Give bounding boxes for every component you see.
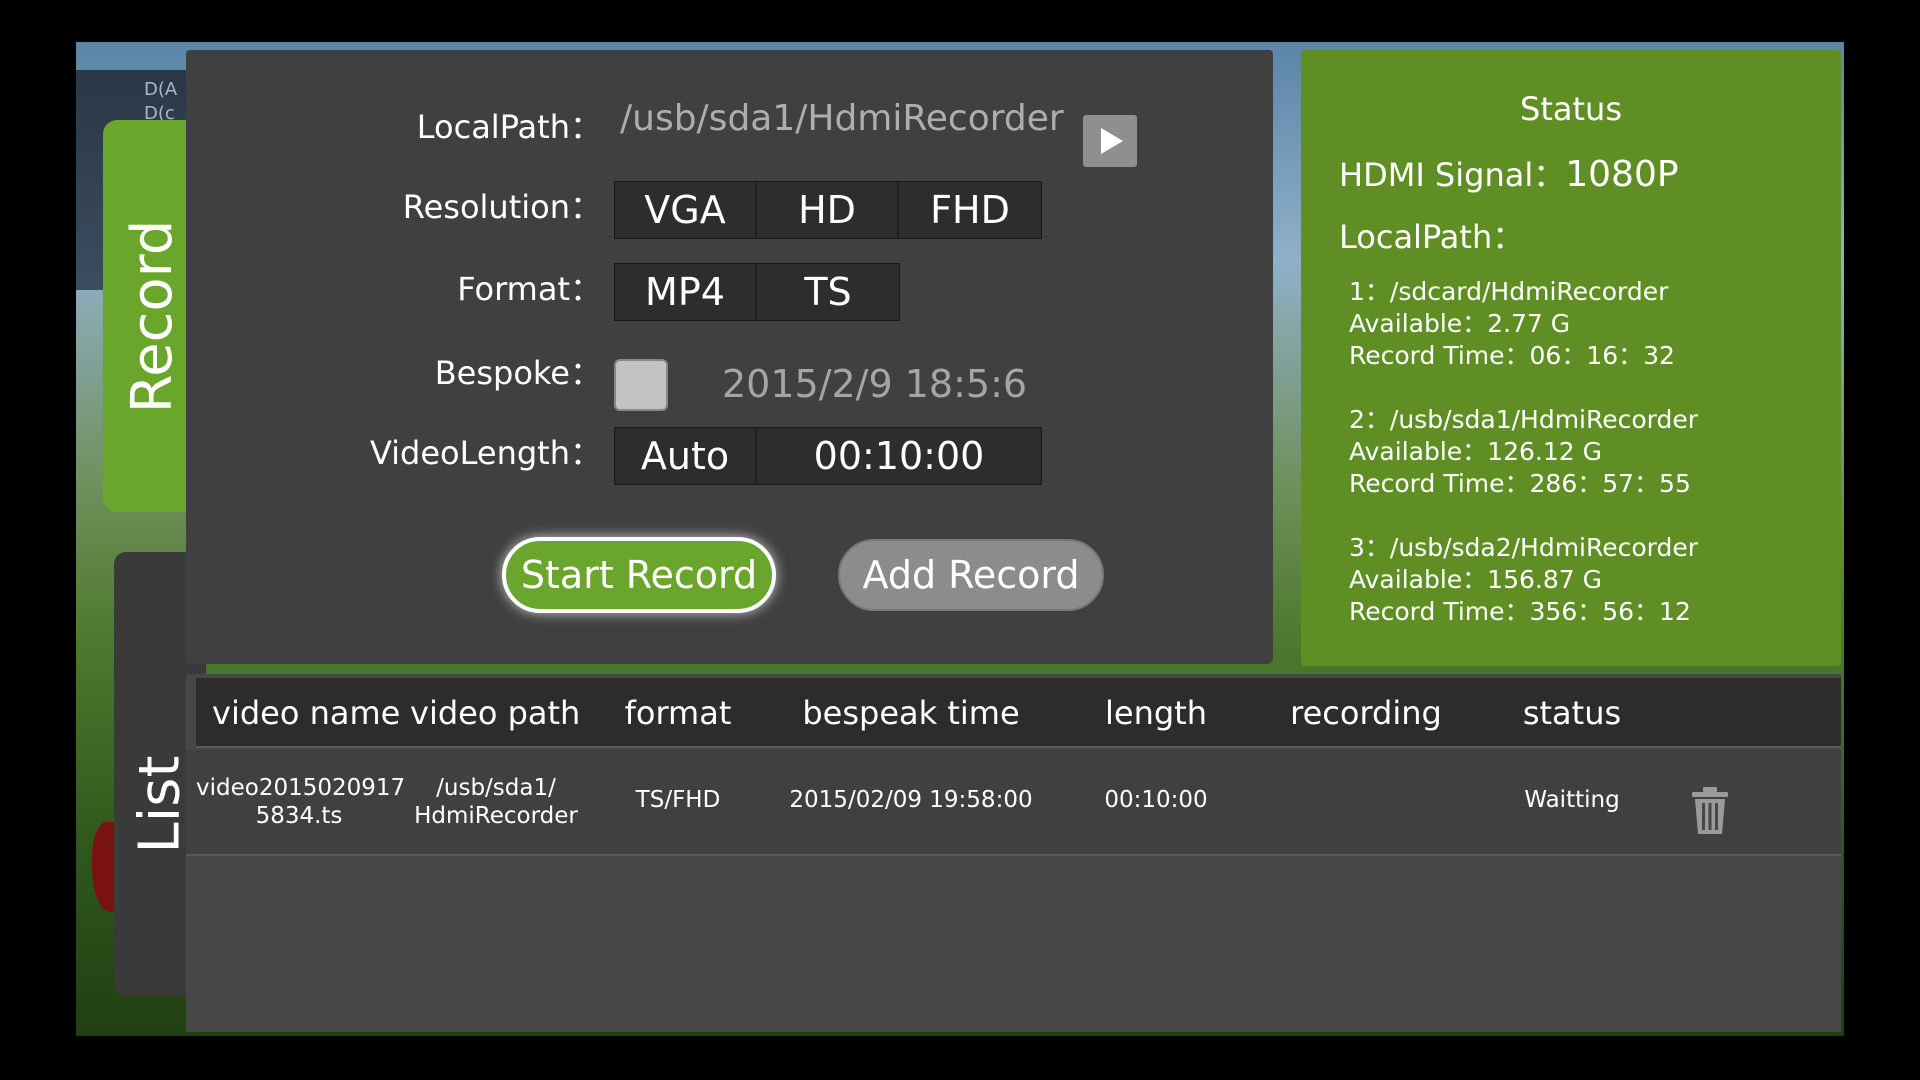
cell-video-path: /usb/sda1/ HdmiRecorder	[406, 774, 586, 830]
cell-format: TS/FHD	[635, 787, 721, 813]
storage-available: Available：2.77 G	[1349, 309, 1571, 338]
screen: D(A D(c Record List LocalPath： /usb/sda1…	[76, 42, 1844, 1036]
resolution-option-fhd[interactable]: FHD	[899, 182, 1041, 238]
videolength-auto[interactable]: Auto	[615, 428, 757, 484]
cell-video-path-line2: HdmiRecorder	[414, 803, 578, 829]
column-length: length	[1105, 694, 1207, 732]
cell-video-name-line1: video2015020917	[196, 775, 406, 801]
trash-icon[interactable]	[1690, 786, 1730, 836]
storage-record-time: Record Time：06：16：32	[1349, 341, 1675, 370]
cell-bespeak-time: 2015/02/09 19:58:00	[789, 787, 1033, 813]
hdmi-signal: HDMI Signal：1080P	[1339, 150, 1679, 196]
format-option-mp4[interactable]: MP4	[615, 264, 757, 320]
hdmi-signal-value: 1080P	[1565, 154, 1679, 195]
storage-item: 1：/sdcard/HdmiRecorder Available：2.77 G …	[1349, 276, 1675, 372]
storage-item: 2：/usb/sda1/HdmiRecorder Available：126.1…	[1349, 404, 1698, 500]
storage-available: Available：156.87 G	[1349, 565, 1602, 594]
resolution-label: Resolution：	[402, 188, 602, 226]
tab-record-label: Record	[120, 219, 186, 413]
bespoke-time[interactable]: 2015/2/9 18:5:6	[722, 362, 1027, 406]
bespoke-label: Bespoke：	[434, 354, 602, 392]
column-video-path: video path	[410, 694, 581, 732]
localpath-label: LocalPath：	[416, 108, 602, 146]
column-status: status	[1522, 694, 1622, 732]
status-title: Status	[1520, 90, 1622, 128]
status-panel: Status HDMI Signal：1080P LocalPath： 1：/s…	[1301, 50, 1841, 666]
play-icon	[1101, 128, 1123, 154]
format-selector: MP4 TS	[614, 263, 900, 321]
resolution-option-hd[interactable]: HD	[757, 182, 899, 238]
cell-video-name-line2: 5834.ts	[255, 803, 343, 829]
add-record-button[interactable]: Add Record	[838, 539, 1104, 611]
wallpaper-text: D(A D(c	[144, 79, 178, 124]
start-record-button[interactable]: Start Record	[502, 537, 776, 613]
videolength-value[interactable]: 00:10:00	[757, 428, 1041, 484]
column-format: format	[624, 694, 732, 732]
storage-path: 1：/sdcard/HdmiRecorder	[1349, 277, 1669, 306]
browse-path-button[interactable]	[1083, 115, 1137, 167]
storage-path: 2：/usb/sda1/HdmiRecorder	[1349, 405, 1699, 434]
cell-video-name: video2015020917 5834.ts	[196, 774, 406, 830]
format-option-ts[interactable]: TS	[757, 264, 899, 320]
list-header: video name video path format bespeak tim…	[196, 678, 1841, 748]
cell-status: Waitting	[1524, 787, 1620, 813]
table-row[interactable]: video2015020917 5834.ts /usb/sda1/ HdmiR…	[186, 750, 1841, 856]
resolution-selector: VGA HD FHD	[614, 181, 1042, 239]
resolution-option-vga[interactable]: VGA	[615, 182, 757, 238]
format-label: Format：	[457, 270, 602, 308]
tab-list-label: List	[127, 755, 193, 853]
cell-video-path-line1: /usb/sda1/	[436, 775, 556, 801]
cell-length: 00:10:00	[1104, 787, 1208, 813]
column-bespeak-time: bespeak time	[802, 694, 1020, 732]
videolength-label: VideoLength：	[369, 434, 602, 472]
storage-record-time: Record Time：286：57：55	[1349, 469, 1691, 498]
column-recording: recording	[1290, 694, 1442, 732]
hdmi-signal-label: HDMI Signal：	[1339, 156, 1566, 194]
record-list-panel: video name video path format bespeak tim…	[186, 674, 1841, 1032]
storage-path: 3：/usb/sda2/HdmiRecorder	[1349, 533, 1699, 562]
videolength-selector: Auto 00:10:00	[614, 427, 1042, 485]
record-settings-panel: LocalPath： /usb/sda1/HdmiRecorder Resolu…	[186, 50, 1273, 664]
localpath-value: /usb/sda1/HdmiRecorder	[620, 98, 1064, 139]
storage-item: 3：/usb/sda2/HdmiRecorder Available：156.8…	[1349, 532, 1698, 628]
column-video-name: video name	[212, 694, 401, 732]
status-localpath-label: LocalPath：	[1339, 218, 1525, 256]
storage-available: Available：126.12 G	[1349, 437, 1602, 466]
storage-record-time: Record Time：356：56：12	[1349, 597, 1691, 626]
bespoke-checkbox[interactable]	[614, 359, 668, 411]
